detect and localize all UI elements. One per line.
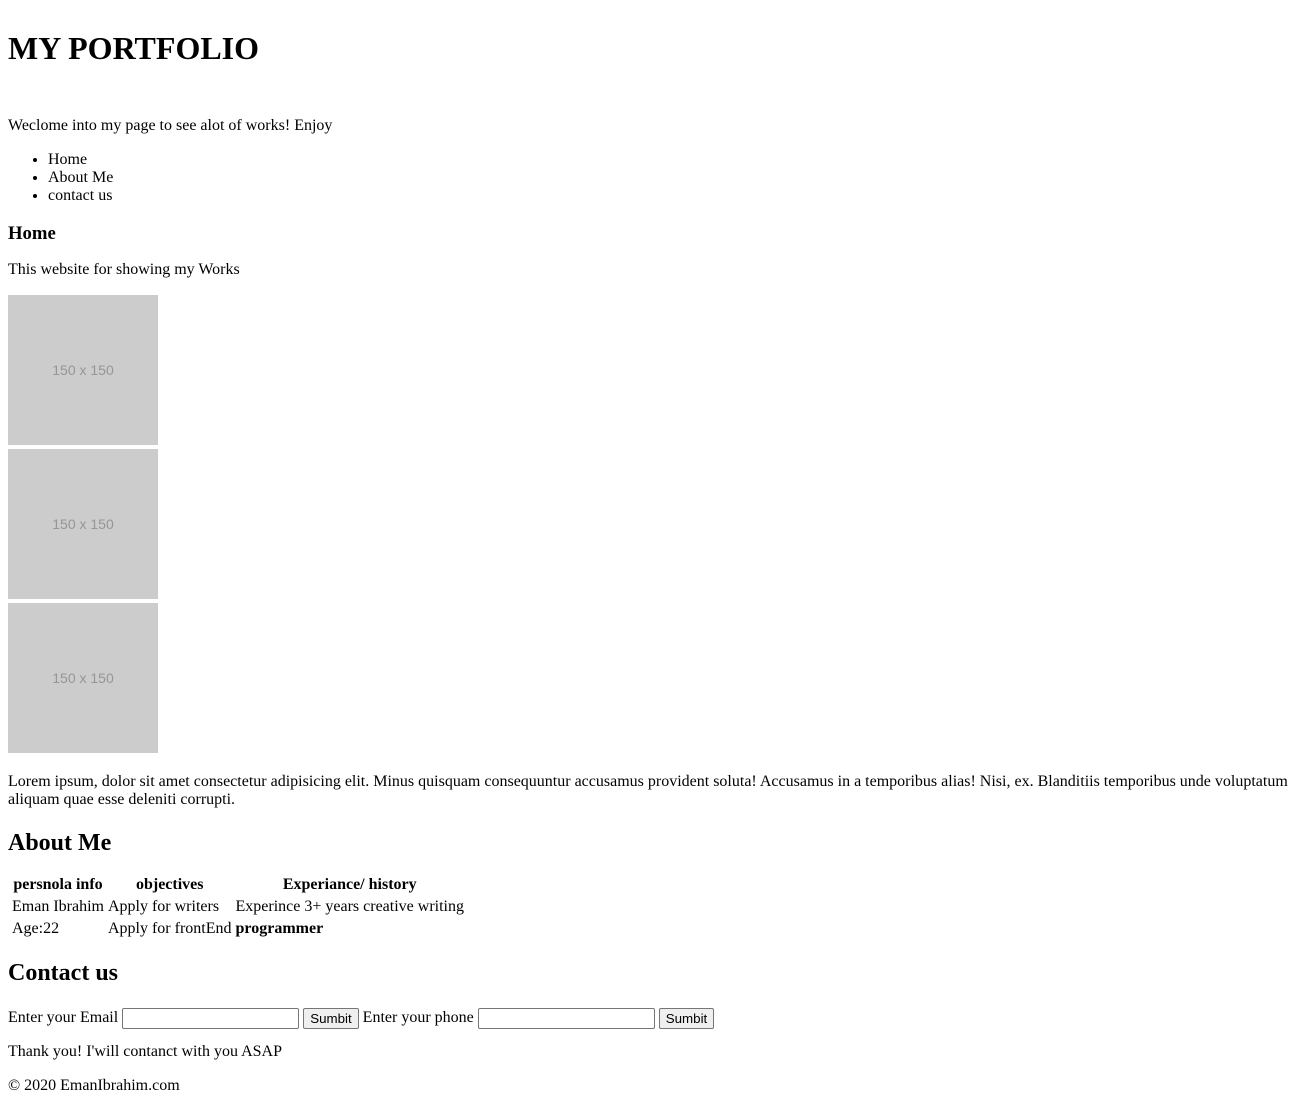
email-field[interactable] xyxy=(122,1007,300,1029)
table-header-row: persnola info objectives Experiance/ his… xyxy=(11,875,465,895)
nav-item-home[interactable]: Home xyxy=(48,151,1296,169)
nav-item-about[interactable]: About Me xyxy=(48,169,1296,187)
home-heading: Home xyxy=(8,223,56,244)
table-cell: Apply for writers xyxy=(107,898,220,915)
email-label: Enter your Email xyxy=(8,1009,119,1026)
placeholder-image: 150 x 150 xyxy=(8,449,158,599)
phone-label: Enter your phone xyxy=(362,1009,474,1026)
lorem-paragraph: Lorem ipsum, dolor sit amet consectetur … xyxy=(8,773,1288,808)
table-cell: Age:22 xyxy=(12,920,60,937)
about-table: persnola info objectives Experiance/ his… xyxy=(9,873,467,941)
phone-field[interactable] xyxy=(477,1007,655,1029)
home-description: This website for showing my Works xyxy=(8,261,240,278)
contact-form: Enter your Email Sumbit Enter your phone… xyxy=(8,1007,1296,1029)
tagline: Weclome into my page to see alot of work… xyxy=(8,117,333,134)
thank-you-message: Thank you! I'will contanct with you ASAP xyxy=(8,1043,282,1060)
table-header: persnola info xyxy=(13,876,103,893)
page: MY PORTFOLIO Weclome into my page to see… xyxy=(0,0,1304,1095)
phone-submit-button[interactable]: Sumbit xyxy=(658,1007,715,1029)
table-row: Age:22 Apply for frontEnd programmer xyxy=(11,919,465,939)
table-cell: programmer xyxy=(235,920,324,937)
image-gallery: 150 x 150 150 x 150 150 x 150 xyxy=(8,295,1296,753)
placeholder-image: 150 x 150 xyxy=(8,295,158,445)
table-cell: Apply for frontEnd xyxy=(107,920,232,937)
table-header: objectives xyxy=(135,876,204,893)
placeholder-image: 150 x 150 xyxy=(8,603,158,753)
about-heading: About Me xyxy=(8,830,112,856)
table-header: Experiance/ history xyxy=(282,876,417,893)
site-title: MY PORTFOLIO xyxy=(8,30,260,66)
contact-heading: Contact us xyxy=(8,960,119,986)
footer-copyright: © 2020 EmanIbrahim.com xyxy=(8,1077,180,1094)
table-cell: Eman Ibrahim xyxy=(12,898,104,915)
nav-item-contact[interactable]: contact us xyxy=(48,187,1296,205)
nav-list: Home About Me contact us xyxy=(8,151,1296,205)
email-submit-button[interactable]: Sumbit xyxy=(303,1007,359,1029)
table-cell: Experince 3+ years creative writing xyxy=(235,898,464,915)
table-row: Eman Ibrahim Apply for writers Experince… xyxy=(11,897,465,917)
